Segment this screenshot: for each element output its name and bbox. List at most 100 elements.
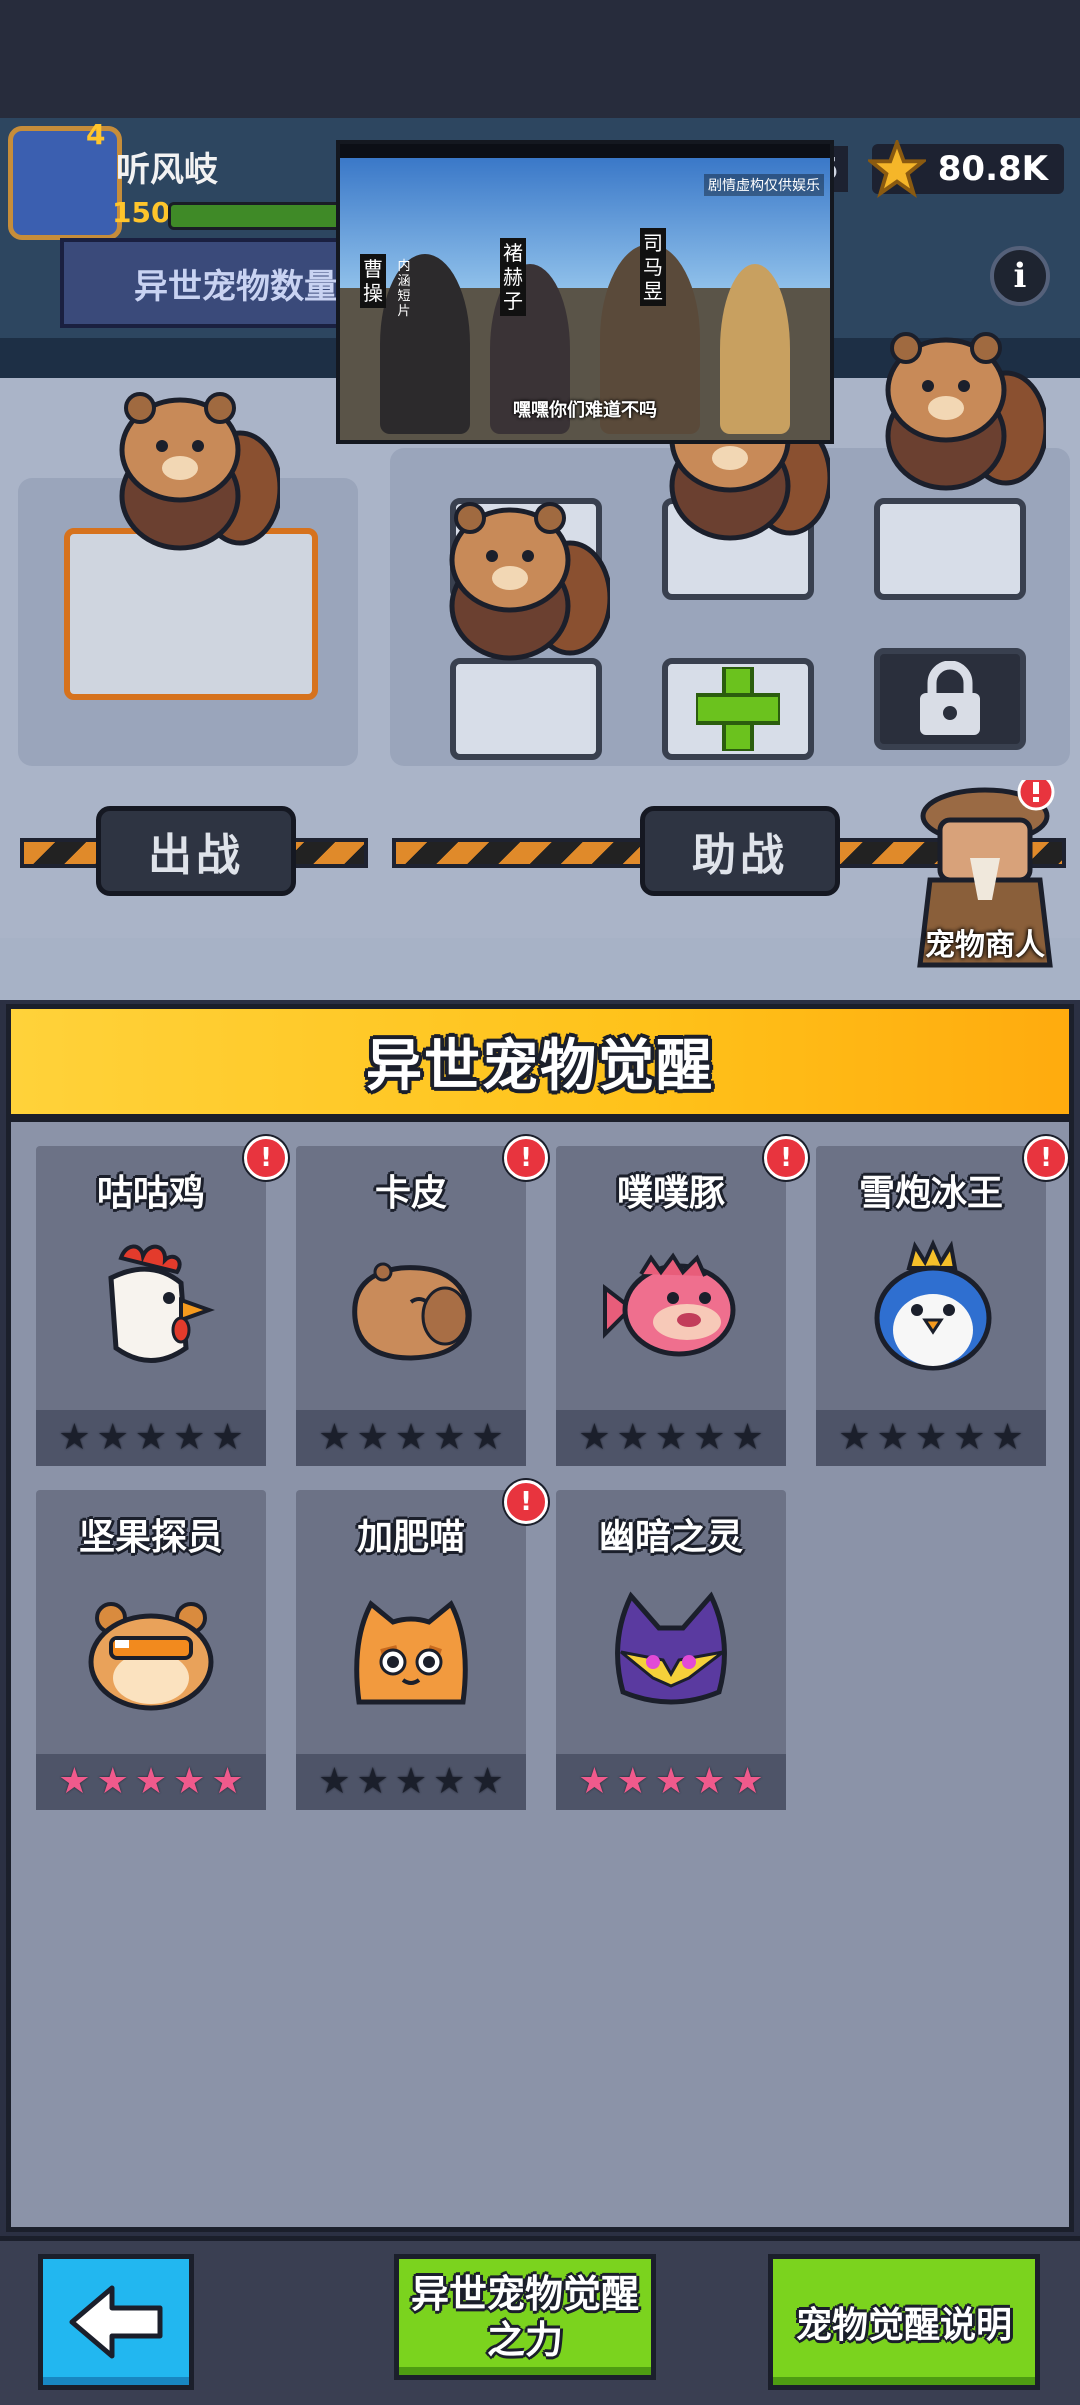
star-icon: ★ bbox=[318, 1417, 351, 1458]
star-icon: ★ bbox=[433, 1761, 466, 1802]
pet-name: 幽暗之灵 bbox=[598, 1517, 743, 1558]
video-disclaimer-tag: 剧情虚构仅供娱乐 bbox=[704, 174, 824, 196]
info-icon[interactable]: i bbox=[990, 246, 1050, 306]
pet-star-rating: ★ ★ ★ ★ ★ bbox=[296, 1754, 526, 1810]
pet-star-rating: ★ ★ ★ ★ ★ bbox=[36, 1410, 266, 1466]
assist-label[interactable]: 助战 bbox=[640, 806, 840, 896]
pet-star-rating: ★ ★ ★ ★ ★ bbox=[556, 1410, 786, 1466]
assist-slot-3[interactable] bbox=[874, 498, 1026, 600]
star-icon: ★ bbox=[471, 1417, 504, 1458]
star-icon: ★ bbox=[211, 1761, 244, 1802]
star-icon: ★ bbox=[173, 1417, 206, 1458]
star-icon: ★ bbox=[616, 1761, 649, 1802]
pet-star-rating: ★ ★ ★ ★ ★ bbox=[556, 1754, 786, 1810]
star-icon: ★ bbox=[731, 1417, 764, 1458]
pet-card-rooster[interactable]: 咕咕鸡 ★ ★ ★ ★ ★ ! bbox=[36, 1136, 288, 1466]
awakening-panel-header: 异世宠物觉醒 bbox=[6, 1004, 1074, 1122]
assist-slot-locked[interactable] bbox=[874, 648, 1026, 750]
lock-icon bbox=[920, 661, 980, 735]
star-icon: ★ bbox=[953, 1417, 986, 1458]
pet-star-rating: ★ ★ ★ ★ ★ bbox=[296, 1410, 526, 1466]
awaken-power-button[interactable]: 异世宠物觉醒之力 bbox=[394, 2254, 656, 2380]
video-side-text: 内涵短片 bbox=[397, 259, 411, 319]
alert-badge: ! bbox=[764, 1136, 808, 1180]
alert-badge: ! bbox=[244, 1136, 288, 1180]
pet-card-hamster[interactable]: 坚果探员 ★ ★ ★ ★ ★ bbox=[36, 1490, 266, 1810]
star-icon: ★ bbox=[58, 1761, 91, 1802]
capybara-icon bbox=[352, 1262, 472, 1361]
star-icon: ★ bbox=[914, 1417, 948, 1458]
awaken-help-button[interactable]: 宠物觉醒说明 bbox=[768, 2254, 1040, 2390]
pet-card-cat[interactable]: 加肥喵 ★ ★ ★ ★ ★ ! bbox=[296, 1480, 548, 1810]
pet-card-pufferfish[interactable]: 噗噗豚 ★ ★ ★ ★ ★ ! bbox=[556, 1136, 808, 1466]
pet-star-rating: ★ ★ ★ ★ ★ bbox=[816, 1410, 1046, 1466]
star-icon: ★ bbox=[356, 1761, 389, 1802]
rooster-icon bbox=[108, 1244, 215, 1363]
star-icon: ★ bbox=[394, 1417, 428, 1458]
star-icon: ★ bbox=[96, 1761, 129, 1802]
pet-name: 雪炮冰王 bbox=[858, 1173, 1003, 1214]
star-icon: ★ bbox=[356, 1417, 389, 1458]
pet-name: 咕咕鸡 bbox=[96, 1173, 205, 1214]
star-icon: ★ bbox=[96, 1417, 129, 1458]
panel-title: 异世宠物觉醒 bbox=[366, 1034, 714, 1099]
star-icon: ★ bbox=[173, 1761, 206, 1802]
star-icon: ★ bbox=[578, 1761, 611, 1802]
star-icon: ★ bbox=[693, 1417, 726, 1458]
player-level-badge: 4 bbox=[86, 118, 106, 151]
alert-badge: ! bbox=[504, 1136, 548, 1180]
star-icon: ★ bbox=[394, 1761, 428, 1802]
pet-name: 加肥喵 bbox=[356, 1517, 465, 1558]
assist-slot-4[interactable] bbox=[450, 658, 602, 760]
player-exp-value: 150 bbox=[112, 196, 171, 229]
video-name-label: 褚赫子 bbox=[500, 238, 526, 316]
deploy-label[interactable]: 出战 bbox=[96, 806, 296, 896]
video-subtitle: 嘿嘿你们难道不吗 bbox=[513, 400, 657, 421]
pet-card-penguin[interactable]: 雪炮冰王 ★ ★ ★ ★ ★ ! bbox=[816, 1136, 1068, 1466]
star-icon: ★ bbox=[654, 1761, 688, 1802]
squirrel-pet[interactable] bbox=[100, 378, 280, 558]
back-arrow-icon bbox=[69, 2285, 163, 2359]
pet-count-panel: 异世宠物数量 bbox=[60, 238, 360, 328]
assist-slot-add[interactable] bbox=[662, 658, 814, 760]
video-ad-overlay[interactable]: 剧情虚构仅供娱乐 曹操 褚赫子 司马昱 内涵短片 嘿嘿你们难道不吗 bbox=[336, 140, 834, 444]
star-icon: ★ bbox=[578, 1417, 611, 1458]
pet-name: 坚果探员 bbox=[78, 1517, 223, 1558]
star-icon: ★ bbox=[433, 1417, 466, 1458]
status-bar bbox=[0, 0, 1080, 118]
star-icon: ★ bbox=[134, 1761, 168, 1802]
hamster-agent-icon bbox=[88, 1602, 214, 1711]
star-icon: ★ bbox=[58, 1417, 91, 1458]
star-icon: ★ bbox=[693, 1761, 726, 1802]
player-name: 听风岐 bbox=[116, 150, 218, 190]
pufferfish-icon bbox=[603, 1252, 736, 1357]
star-icon: ★ bbox=[616, 1417, 649, 1458]
star-currency-icon bbox=[868, 140, 926, 198]
star-icon: ★ bbox=[211, 1417, 244, 1458]
pet-name: 噗噗豚 bbox=[616, 1173, 725, 1214]
pet-star-rating: ★ ★ ★ ★ ★ bbox=[36, 1754, 266, 1810]
pet-card-spirit[interactable]: 幽暗之灵 ★ ★ ★ ★ ★ bbox=[556, 1490, 786, 1810]
alert-badge: ! bbox=[1024, 1136, 1068, 1180]
alert-badge: ! bbox=[504, 1480, 548, 1524]
star-icon: ★ bbox=[838, 1417, 871, 1458]
pet-card-capybara[interactable]: 卡皮 ★ ★ ★ ★ ★ ! bbox=[296, 1136, 548, 1466]
shadow-spirit-icon bbox=[615, 1591, 727, 1705]
back-button[interactable] bbox=[38, 2254, 194, 2390]
merchant-label: 宠物商人 bbox=[925, 928, 1045, 963]
star-icon: ★ bbox=[991, 1417, 1024, 1458]
star-icon: ★ bbox=[318, 1761, 351, 1802]
video-name-label: 司马昱 bbox=[640, 228, 666, 306]
star-icon: ★ bbox=[471, 1761, 504, 1802]
star-icon: ★ bbox=[731, 1761, 764, 1802]
star-icon: ★ bbox=[134, 1417, 168, 1458]
star-icon: ★ bbox=[654, 1417, 688, 1458]
squirrel-pet[interactable] bbox=[430, 488, 610, 668]
plus-icon bbox=[696, 667, 780, 751]
video-name-label: 曹操 bbox=[360, 254, 386, 308]
penguin-king-icon bbox=[874, 1239, 992, 1371]
pet-name: 卡皮 bbox=[374, 1173, 447, 1214]
squirrel-pet[interactable] bbox=[866, 318, 1046, 498]
star-icon: ★ bbox=[876, 1417, 909, 1458]
exp-bar bbox=[168, 202, 354, 230]
